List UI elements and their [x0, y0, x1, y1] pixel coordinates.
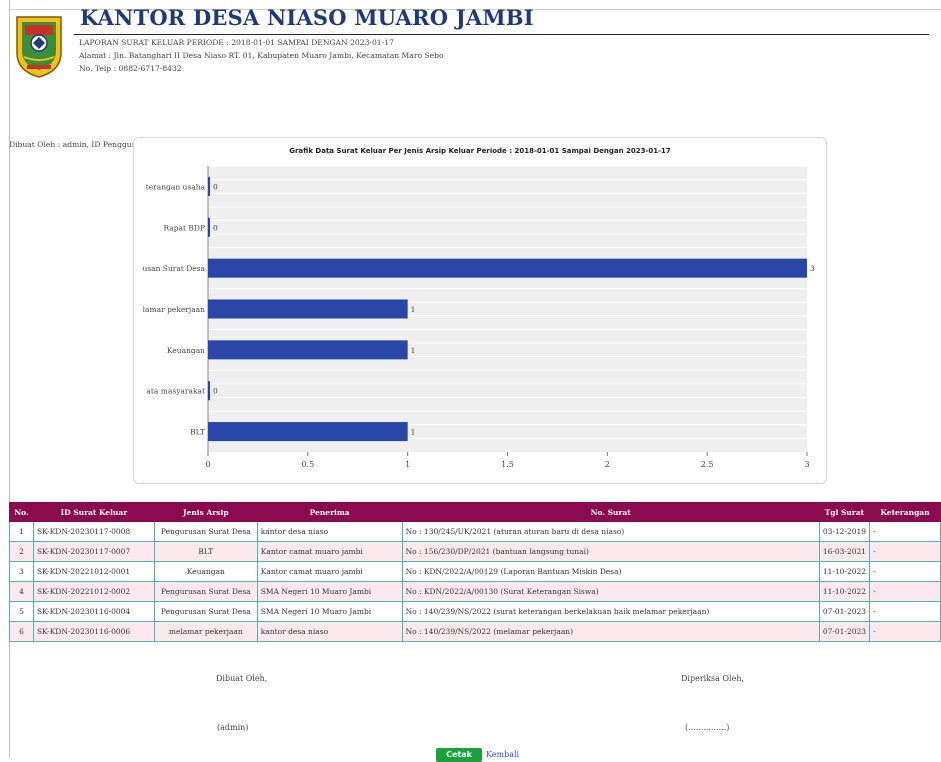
- cell-date: 07-01-2023: [818, 601, 871, 622]
- col-header-no: No.: [9, 502, 34, 522]
- col-header-type: Jenis Arsip: [153, 502, 258, 522]
- cell-no: 5: [9, 601, 34, 622]
- category-label: terangan usaha: [146, 182, 206, 191]
- bar-value-label: 3: [810, 264, 815, 273]
- cell-no: 4: [9, 581, 34, 602]
- cell-date: 16-03-2021: [818, 541, 871, 562]
- cell-recipient: SMA Negeri 10 Muaro Jambi: [256, 581, 403, 602]
- cell-date: 11-10-2022: [818, 561, 871, 582]
- category-label: Keuangan: [167, 346, 205, 355]
- page-title: KANTOR DESA NIASO MUARO JAMBI: [80, 5, 534, 30]
- page-frame-left: [9, 0, 10, 758]
- cell-no: 1: [9, 521, 34, 542]
- cell-no: 2: [9, 541, 34, 562]
- category-label: BLT: [190, 428, 205, 437]
- col-header-date: Tgl Surat: [818, 502, 871, 522]
- cell-date: 07-01-2023: [818, 621, 871, 642]
- cell-recipient: Kantor camat muaro jambi: [256, 561, 403, 582]
- x-tick-label: 2.5: [701, 460, 714, 469]
- cell-notes: -: [869, 541, 941, 562]
- x-tick-label: 0.5: [301, 460, 314, 469]
- category-label: lamar pekerjaan: [143, 305, 205, 314]
- category-label: usan Surat Desa: [142, 264, 205, 273]
- table-row: 3 SK-KDN-20221012-0001 Keuangan Kantor c…: [9, 561, 941, 582]
- table-row: 5 SK-KDN-20230116-0004 Pengurusan Surat …: [9, 601, 941, 622]
- cell-letter-no: No : 130/245/UK/2021 (aturan aturan baru…: [401, 521, 820, 542]
- category-label: Rapat BDP: [163, 223, 205, 232]
- made-by-name: (admin): [217, 723, 249, 732]
- cell-letter-no: No : KDN/2022/A/00129 (Laporan Bantuan M…: [401, 561, 820, 582]
- table-row: 6 SK-KDN-20230116-0006 melamar pekerjaan…: [9, 621, 941, 642]
- bar: [208, 299, 408, 319]
- cell-id: SK-KDN-20221012-0001: [32, 561, 155, 582]
- print-button[interactable]: Cetak: [436, 748, 482, 762]
- cell-id: SK-KDN-20230117-0008: [32, 521, 155, 542]
- col-header-notes: Keterangan: [869, 502, 941, 522]
- cell-id: SK-KDN-20230117-0007: [32, 541, 155, 562]
- cell-letter-no: No : KDN/2022/A/00130 (Surat Keterangan …: [401, 581, 820, 602]
- cell-type: Pengurusan Surat Desa: [153, 601, 258, 622]
- bar: [208, 176, 210, 196]
- cell-id: SK-KDN-20230116-0004: [32, 601, 155, 622]
- col-header-letter-no: No. Surat: [401, 502, 820, 522]
- cell-letter-no: No : 140/239/NS/2022 (surat keterangan b…: [401, 601, 820, 622]
- x-tick-label: 2: [605, 460, 610, 469]
- table-header-row: No. ID Surat Keluar Jenis Arsip Penerima…: [9, 502, 941, 522]
- bar: [208, 422, 408, 442]
- cell-recipient: kantor desa niaso: [256, 521, 403, 542]
- bar: [208, 340, 408, 360]
- cell-letter-no: No : 140/239/NS/2022 (melamar pekerjaan): [401, 621, 820, 642]
- cell-type: Keuangan: [153, 561, 258, 582]
- cell-date: 03-12-2019: [818, 521, 871, 542]
- cell-letter-no: No : 156/230/DP/2021 (bantuan langsung t…: [401, 541, 820, 562]
- x-tick-label: 1.5: [501, 460, 514, 469]
- cell-notes: -: [869, 581, 941, 602]
- checked-by-name: (...............): [685, 723, 730, 732]
- header-divider: [74, 34, 929, 35]
- col-header-recipient: Penerima: [256, 502, 403, 522]
- cell-notes: -: [869, 561, 941, 582]
- bar: [208, 258, 807, 278]
- cell-notes: -: [869, 521, 941, 542]
- cell-type: Pengurusan Surat Desa: [153, 521, 258, 542]
- bar-value-label: 0: [213, 182, 218, 191]
- cell-recipient: Kantor camat muaro jambi: [256, 541, 403, 562]
- cell-type: Pengurusan Surat Desa: [153, 581, 258, 602]
- cell-id: SK-KDN-20230116-0006: [32, 621, 155, 642]
- cell-recipient: SMA Negeri 10 Muaro Jambi: [256, 601, 403, 622]
- phone: No. Telp : 0882-6717-8432: [79, 64, 182, 73]
- made-by-label: Dibuat Oleh,: [216, 674, 268, 683]
- bar-chart: 0 0.5 1 1.5 2 2.5 3 terangan usaha 0 Rapat BDP 0 us…: [142, 165, 815, 469]
- x-tick-label: 1: [405, 460, 410, 469]
- col-header-id: ID Surat Keluar: [32, 502, 155, 522]
- table-row: 2 SK-KDN-20230117-0007 BLT Kantor camat …: [9, 541, 941, 562]
- bar-value-label: 0: [213, 387, 218, 396]
- x-tick-label: 0: [205, 460, 210, 469]
- report-period: LAPORAN SURAT KELUAR PERIODE : 2018-01-0…: [79, 38, 394, 47]
- bar: [208, 381, 210, 401]
- cell-type: BLT: [153, 541, 258, 562]
- category-label: ata masyarakat: [146, 387, 205, 396]
- cell-date: 11-10-2022: [818, 581, 871, 602]
- village-logo: [13, 13, 65, 79]
- bar-value-label: 1: [411, 305, 416, 314]
- x-tick-label: 3: [804, 460, 809, 469]
- address: Alamat : Jln. Batanghari II Desa Niaso R…: [79, 51, 444, 60]
- cell-type: melamar pekerjaan: [153, 621, 258, 642]
- table-row: 4 SK-KDN-20221012-0002 Pengurusan Surat …: [9, 581, 941, 602]
- bar: [208, 217, 210, 237]
- bar-value-label: 1: [411, 346, 416, 355]
- outgoing-letters-table: No. ID Surat Keluar Jenis Arsip Penerima…: [9, 502, 941, 642]
- cell-no: 6: [9, 621, 34, 642]
- chart-container: Grafik Data Surat Keluar Per Jenis Arsip…: [133, 137, 827, 484]
- cell-recipient: kantor desa niaso: [256, 621, 403, 642]
- cell-no: 3: [9, 561, 34, 582]
- bar-value-label: 1: [411, 428, 416, 437]
- bar-value-label: 0: [213, 223, 218, 232]
- table-row: 1 SK-KDN-20230117-0008 Pengurusan Surat …: [9, 521, 941, 542]
- cell-notes: -: [869, 621, 941, 642]
- checked-by-label: Diperiksa Oleh,: [681, 674, 745, 683]
- cell-notes: -: [869, 601, 941, 622]
- cell-id: SK-KDN-20221012-0002: [32, 581, 155, 602]
